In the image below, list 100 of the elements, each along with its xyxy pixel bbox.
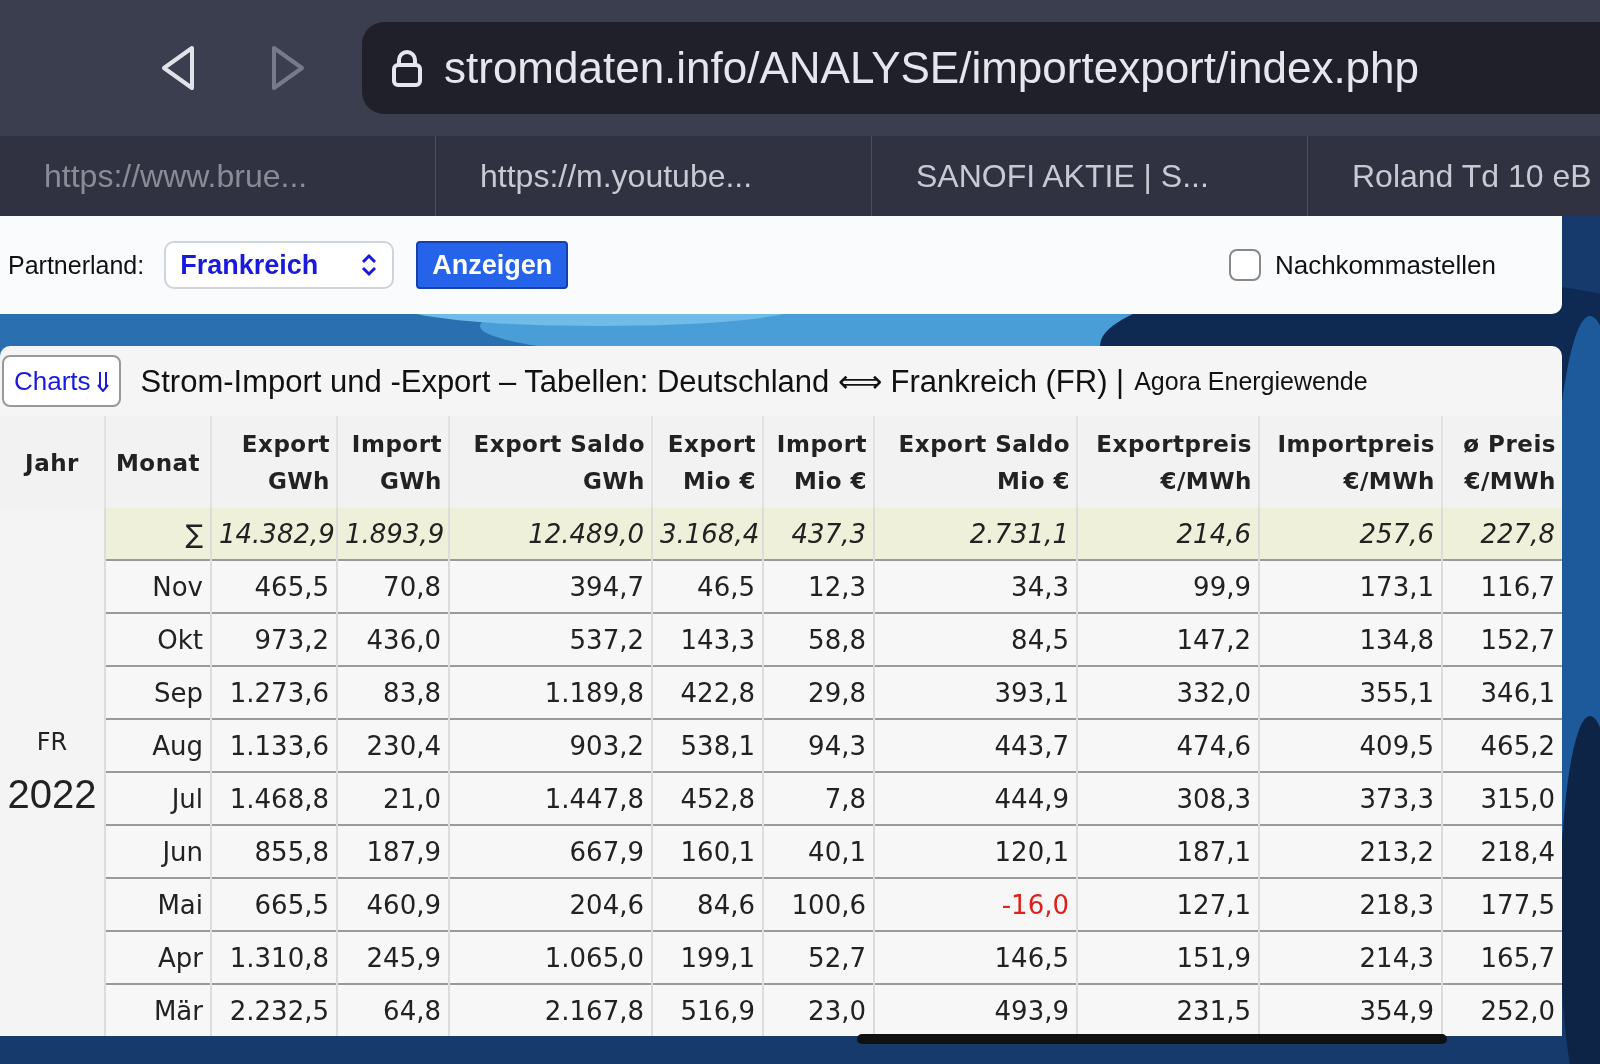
table-cell: 1.273,6: [211, 666, 337, 719]
url-text: stromdaten.info/ANALYSE/importexport/index.php: [444, 43, 1420, 93]
table-cell: 444,9: [874, 772, 1077, 825]
table-cell: 538,1: [652, 719, 763, 772]
table-cell: 214,3: [1259, 931, 1442, 984]
country-code: FR: [35, 727, 69, 756]
table-cell: 100,6: [763, 878, 874, 931]
table-cell: 152,7: [1442, 613, 1562, 666]
table-cell: 332,0: [1077, 666, 1259, 719]
column-header: Export GWh: [211, 416, 337, 508]
year-label: 2022: [6, 771, 98, 817]
table-cell: 308,3: [1077, 772, 1259, 825]
table-cell: 460,9: [337, 878, 449, 931]
table-cell: 227,8: [1442, 508, 1562, 560]
sum-symbol: ∑: [105, 508, 211, 560]
table-cell: 973,2: [211, 613, 337, 666]
column-header: Import Mio €: [763, 416, 874, 508]
table-cell: 903,2: [449, 719, 652, 772]
table-cell: 99,9: [1077, 560, 1259, 613]
charts-button[interactable]: Charts: [2, 355, 121, 407]
month-cell: Aug: [105, 719, 211, 772]
column-header: Export Saldo Mio €: [874, 416, 1077, 508]
table-cell: -16,0: [874, 878, 1077, 931]
table-cell: 2.167,8: [449, 984, 652, 1036]
source-text: Agora Energiewende: [1134, 366, 1368, 396]
table-cell: 394,7: [449, 560, 652, 613]
table-cell: 465,2: [1442, 719, 1562, 772]
checkbox[interactable]: [1228, 249, 1261, 281]
country-select[interactable]: Frankreich: [164, 241, 395, 289]
table-cell: 1.468,8: [211, 772, 337, 825]
table-cell: 422,8: [652, 666, 763, 719]
table-cell: 12.489,0: [449, 508, 652, 560]
table-cell: 493,9: [874, 984, 1077, 1036]
column-header: Importpreis €/MWh: [1259, 416, 1442, 508]
month-cell: Nov: [105, 560, 211, 613]
column-header: Jahr: [0, 416, 105, 508]
table-cell: 127,1: [1077, 878, 1259, 931]
column-header: Monat: [105, 416, 211, 508]
table-cell: 177,5: [1442, 878, 1562, 931]
table-cell: 214,6: [1077, 508, 1259, 560]
table-cell: 146,5: [874, 931, 1077, 984]
table-title: Strom-Import und -Export – Tabellen: Deutschland ⟺ Frankreich (FR) |: [140, 362, 1125, 400]
table-cell: 58,8: [763, 613, 874, 666]
table-cell: 199,1: [652, 931, 763, 984]
table-cell: 2.232,5: [211, 984, 337, 1036]
table-cell: 134,8: [1259, 613, 1442, 666]
table-cell: 355,1: [1259, 666, 1442, 719]
table-cell: 257,6: [1259, 508, 1442, 560]
table-cell: 12,3: [763, 560, 874, 613]
table-cell: 14.382,9: [211, 508, 337, 560]
month-cell: Mai: [105, 878, 211, 931]
address-bar[interactable]: stromdaten.info/ANALYSE/importexport/index.php: [362, 22, 1600, 114]
table-cell: 218,4: [1442, 825, 1562, 878]
table-cell: 173,1: [1259, 560, 1442, 613]
table-cell: 452,8: [652, 772, 763, 825]
column-header: Exportpreis €/MWh: [1077, 416, 1259, 508]
table-cell: 1.447,8: [449, 772, 652, 825]
double-arrow-icon: [96, 370, 109, 392]
table-cell: 23,0: [763, 984, 874, 1036]
table-cell: 116,7: [1442, 560, 1562, 613]
table-cell: 1.893,9: [337, 508, 449, 560]
table-cell: 21,0: [337, 772, 449, 825]
table-cell: 1.310,8: [211, 931, 337, 984]
table-cell: 187,9: [337, 825, 449, 878]
table-cell: 667,9: [449, 825, 652, 878]
table-cell: 373,3: [1259, 772, 1442, 825]
table-cell: 165,7: [1442, 931, 1562, 984]
column-header: Export Mio €: [652, 416, 763, 508]
table-cell: 393,1: [874, 666, 1077, 719]
month-cell: Sep: [105, 666, 211, 719]
table-cell: 1.065,0: [449, 931, 652, 984]
table-cell: 437,3: [763, 508, 874, 560]
table-cell: 147,2: [1077, 613, 1259, 666]
table-cell: 84,5: [874, 613, 1077, 666]
table-cell: 537,2: [449, 613, 652, 666]
table-cell: 465,5: [211, 560, 337, 613]
table-cell: 855,8: [211, 825, 337, 878]
table-cell: 70,8: [337, 560, 449, 613]
table-cell: 83,8: [337, 666, 449, 719]
table-cell: 1.189,8: [449, 666, 652, 719]
table-cell: 7,8: [763, 772, 874, 825]
table-cell: 64,8: [337, 984, 449, 1036]
table-cell: 436,0: [337, 613, 449, 666]
lock-icon: [392, 49, 422, 87]
table-cell: 34,3: [874, 560, 1077, 613]
partner-label: Partnerland:: [8, 250, 145, 280]
table-cell: 46,5: [652, 560, 763, 613]
table-cell: 1.133,6: [211, 719, 337, 772]
table-cell: 3.168,4: [652, 508, 763, 560]
month-cell: Apr: [105, 931, 211, 984]
table-cell: 151,9: [1077, 931, 1259, 984]
show-button[interactable]: Anzeigen: [416, 241, 569, 289]
month-cell: Jun: [105, 825, 211, 878]
table-cell: 346,1: [1442, 666, 1562, 719]
table-cell: 354,9: [1259, 984, 1442, 1036]
table-cell: 252,0: [1442, 984, 1562, 1036]
table-cell: 230,4: [337, 719, 449, 772]
table-cell: 94,3: [763, 719, 874, 772]
table-cell: 120,1: [874, 825, 1077, 878]
table-cell: 315,0: [1442, 772, 1562, 825]
